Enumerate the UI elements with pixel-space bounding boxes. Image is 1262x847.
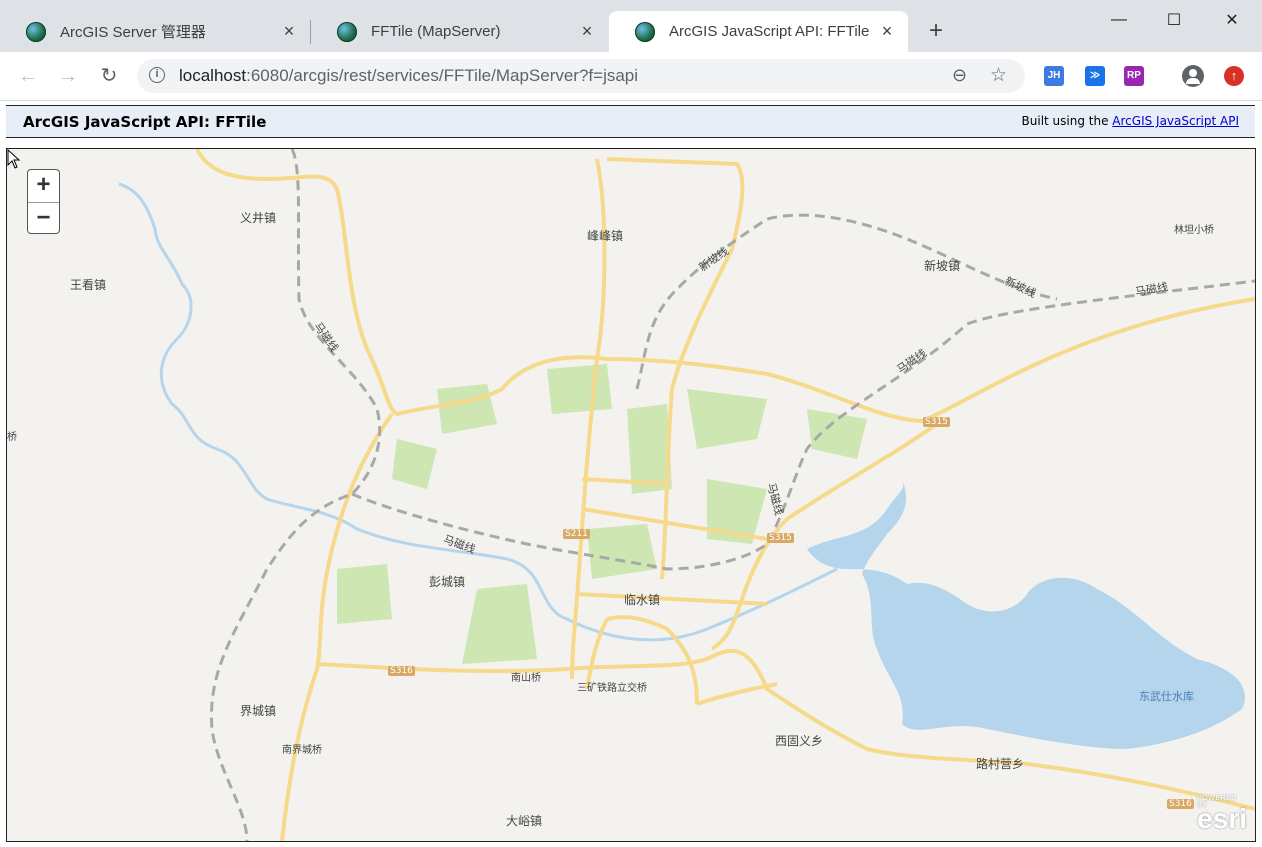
place-label: 峰峰镇: [587, 229, 624, 243]
page-title: ArcGIS JavaScript API: FFTile: [23, 113, 267, 131]
arcgis-api-link[interactable]: ArcGIS JavaScript API: [1112, 114, 1239, 128]
rail-label: 新坡线: [1002, 274, 1038, 301]
map-labels-layer: 义井镇 峰峰镇 王看镇 新坡镇 林坦小桥 新坡线 新坡线 马磁线 马磁线 马磁线…: [7, 149, 1255, 841]
app-header: ArcGIS JavaScript API: FFTile Built usin…: [6, 105, 1255, 138]
close-tab-icon[interactable]: ×: [578, 21, 596, 42]
globe-favicon-icon: [635, 21, 655, 42]
rail-label: 新坡线: [696, 244, 732, 275]
place-label: 路村营乡: [976, 757, 1025, 771]
close-tab-icon[interactable]: ×: [280, 21, 298, 42]
water-label: 东武仕水库: [1139, 690, 1194, 703]
place-label: 大峪镇: [506, 814, 543, 828]
highway-shield: S315: [767, 533, 794, 543]
site-info-icon[interactable]: i: [149, 67, 165, 83]
maximize-button[interactable]: ☐: [1149, 6, 1199, 34]
zoom-icon[interactable]: ⊖: [952, 65, 967, 86]
tab-strip: ArcGIS Server 管理器 × FFTile (MapServer) ×…: [0, 0, 1262, 52]
place-label: 临水镇: [624, 593, 661, 607]
place-label: 南山桥: [511, 673, 541, 684]
url-host: localhost: [179, 66, 247, 85]
place-label: 义井镇: [240, 211, 277, 225]
url-path: :6080/arcgis/rest/services/FFTile/MapSer…: [246, 66, 639, 85]
url-text[interactable]: localhost:6080/arcgis/rest/services/FFTi…: [179, 66, 638, 86]
place-label: 界城镇: [240, 704, 277, 718]
browser-toolbar: ← → ↻ i localhost:6080/arcgis/rest/servi…: [0, 52, 1262, 101]
zoom-in-button[interactable]: +: [28, 170, 59, 203]
built-prefix: Built using the: [1021, 114, 1109, 128]
save-extension-icon[interactable]: ≫: [1085, 66, 1105, 86]
place-label: 南界城桥: [282, 745, 322, 756]
globe-favicon-icon: [337, 21, 357, 42]
tab-arcgis-server-manager[interactable]: ArcGIS Server 管理器 ×: [0, 11, 310, 52]
rail-label: 马磁线: [1134, 280, 1169, 299]
map-view[interactable]: 义井镇 峰峰镇 王看镇 新坡镇 林坦小桥 新坡线 新坡线 马磁线 马磁线 马磁线…: [6, 148, 1256, 842]
esri-logo: POWERED BY esri: [1197, 795, 1247, 835]
back-button[interactable]: ←: [16, 64, 40, 88]
tab-arcgis-javascript-api[interactable]: ArcGIS JavaScript API: FFTile ×: [609, 11, 908, 52]
built-using-text: Built using the ArcGIS JavaScript API: [1022, 114, 1239, 128]
reload-button[interactable]: ↻: [97, 64, 121, 88]
place-label: 新坡镇: [924, 259, 961, 273]
place-label: 西固义乡: [775, 734, 824, 748]
globe-favicon-icon: [26, 21, 46, 42]
rail-label: 马磁线: [764, 481, 786, 517]
rail-label: 马磁线: [894, 346, 930, 377]
jh-extension-icon[interactable]: JH: [1044, 66, 1064, 86]
place-label: 彭城镇: [429, 575, 466, 589]
close-tab-icon[interactable]: ×: [878, 21, 896, 42]
tab-title: ArcGIS Server 管理器: [60, 24, 206, 41]
highway-shield: S316: [1167, 799, 1194, 809]
place-label: 王看镇: [70, 278, 107, 292]
mouse-cursor-icon: [7, 149, 21, 169]
close-window-button[interactable]: ✕: [1207, 6, 1257, 34]
zoom-out-button[interactable]: −: [28, 203, 59, 235]
rail-label: 马磁线: [441, 532, 478, 557]
highway-shield: S211: [563, 529, 590, 539]
tab-title: ArcGIS JavaScript API: FFTile: [669, 23, 870, 40]
place-label: 桥: [7, 432, 17, 443]
esri-powered-by: POWERED BY: [1197, 795, 1237, 809]
tab-fftile-mapserver[interactable]: FFTile (MapServer) ×: [311, 11, 608, 52]
place-label: 三矿铁路立交桥: [577, 683, 647, 694]
bookmark-star-icon[interactable]: ☆: [990, 64, 1007, 87]
minimize-button[interactable]: —: [1094, 6, 1144, 34]
rp-extension-icon[interactable]: RP: [1124, 66, 1144, 86]
rail-label: 马磁线: [311, 320, 341, 355]
page-content: ArcGIS JavaScript API: FFTile Built usin…: [0, 101, 1262, 847]
tab-title: FFTile (MapServer): [371, 23, 501, 40]
profile-avatar-icon[interactable]: [1182, 65, 1204, 87]
place-label: 林坦小桥: [1174, 225, 1214, 236]
address-bar[interactable]: i localhost:6080/arcgis/rest/services/FF…: [137, 59, 1025, 93]
zoom-control: + −: [27, 169, 60, 234]
highway-shield: S315: [923, 417, 950, 427]
new-tab-button[interactable]: +: [924, 19, 948, 43]
highway-shield: S316: [388, 666, 415, 676]
update-arrow-icon[interactable]: ↑: [1224, 66, 1244, 86]
forward-button[interactable]: →: [56, 64, 80, 88]
